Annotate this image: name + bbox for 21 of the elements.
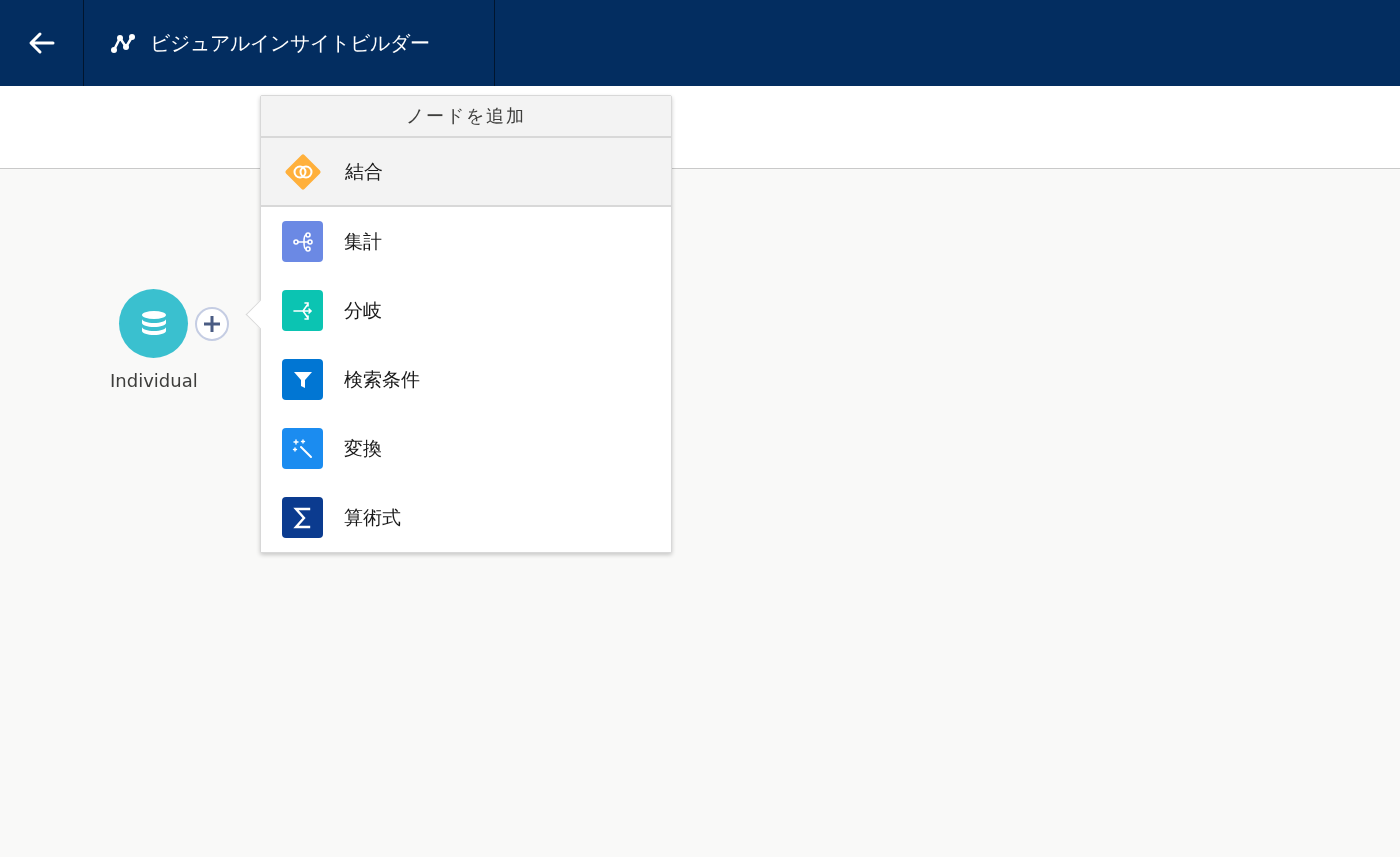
add-node-button[interactable] (195, 307, 229, 341)
menu-item[interactable]: 結合 (261, 138, 671, 207)
app-title: ビジュアルインサイトビルダー (150, 29, 430, 57)
back-arrow-icon (27, 31, 56, 55)
menu-item-label: 変換 (344, 435, 382, 461)
menu-item-label: 検索条件 (344, 366, 420, 392)
node-label: Individual (110, 370, 198, 391)
menu-item-label: 算術式 (344, 504, 401, 530)
popover-title: ノードを追加 (406, 104, 526, 128)
menu-item[interactable]: 算術式 (261, 483, 671, 552)
menu-item[interactable]: 検索条件 (261, 345, 671, 414)
tree-nodes-icon (290, 229, 315, 254)
menu-item[interactable]: 変換 (261, 414, 671, 483)
menu-item-label: 分岐 (344, 297, 382, 323)
menu-item[interactable]: 集計 (261, 207, 671, 276)
menu-item[interactable]: 分岐 (261, 276, 671, 345)
line-chart-icon (110, 31, 136, 55)
magic-wand-icon (290, 436, 315, 461)
plus-icon (203, 315, 221, 333)
menu-item-label: 集計 (344, 228, 382, 254)
menu-item-label: 結合 (345, 158, 383, 184)
